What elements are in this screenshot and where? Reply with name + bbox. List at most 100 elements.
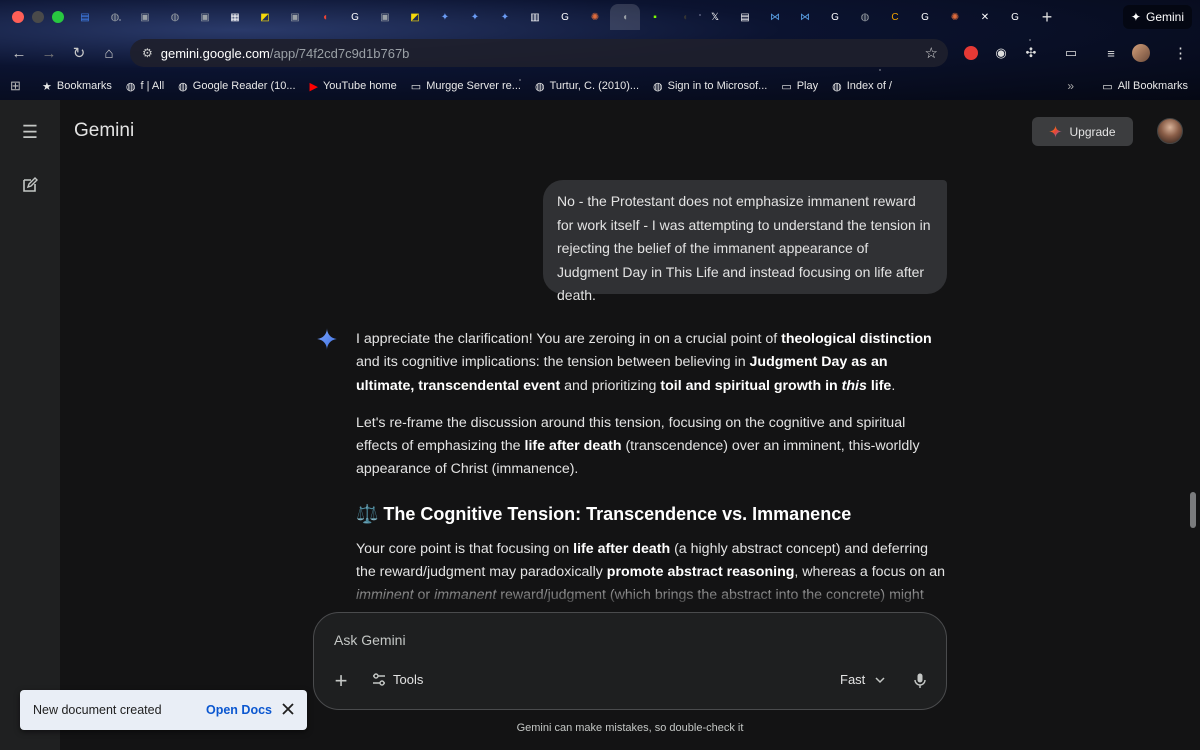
close-window-button[interactable]	[12, 11, 24, 23]
globe-icon: ◍	[653, 80, 663, 93]
window-controls	[0, 11, 70, 23]
tab-search-icon[interactable]: ▭	[1062, 44, 1080, 62]
browser-tab[interactable]: G	[820, 4, 850, 30]
tools-button[interactable]: Tools	[372, 672, 423, 687]
browser-tab[interactable]: ▦	[220, 4, 250, 30]
apps-grid-icon[interactable]: ⊞	[10, 78, 28, 94]
upgrade-button[interactable]: Upgrade	[1032, 117, 1133, 146]
text-segment: life after death	[524, 438, 622, 455]
back-button[interactable]: ←	[4, 38, 34, 68]
more-bookmarks-chevron-icon[interactable]: »	[1067, 79, 1074, 93]
app-icon: ▪	[653, 11, 657, 23]
browser-tab[interactable]: G	[1000, 4, 1030, 30]
site-icon: ▣	[200, 11, 210, 23]
site-info-icon[interactable]: ⚙	[142, 46, 153, 60]
browser-tab[interactable]: ▤	[730, 4, 760, 30]
browser-tab[interactable]: ◩	[250, 4, 280, 30]
chevron-down-icon	[875, 676, 885, 683]
browser-tab[interactable]: ▪	[640, 4, 670, 30]
globe-icon: ◍	[832, 80, 842, 93]
tools-sliders-icon	[373, 672, 385, 686]
tab-strip: ▤ ◍ ▣ ◍ ▣ ▦ ◩ ▣ ◖ G ▣ ◩ ✦ ✦ ✦ ▥ G ✺ ◖ ▪ ◖ 𝕏 ▤ ⋈ ⋈ G ◍ C G ✺ ✕ G + ✦ Gem…	[0, 0, 1200, 34]
browser-tab[interactable]: C	[880, 4, 910, 30]
bookmark-label: Sign in to Microsof...	[667, 80, 768, 92]
bookmark-item[interactable]: ▭ Play	[781, 80, 818, 93]
browser-tab[interactable]: ✺	[940, 4, 970, 30]
browser-tab[interactable]: ▤	[70, 4, 100, 30]
browser-tab[interactable]: ▣	[370, 4, 400, 30]
microphone-icon	[914, 673, 926, 688]
browser-tab[interactable]: ◍	[100, 4, 130, 30]
browser-tab[interactable]: ✦	[430, 4, 460, 30]
active-tab-gemini[interactable]: ✦ Gemini	[1122, 5, 1192, 29]
browser-tab[interactable]: ◖	[310, 4, 340, 30]
bookmark-item[interactable]: ◍ f | All	[126, 80, 164, 93]
bookmark-item[interactable]: ▶ YouTube home	[310, 80, 397, 93]
prompt-input[interactable]	[334, 629, 894, 651]
user-avatar[interactable]	[1157, 118, 1183, 144]
address-bar[interactable]: ⚙ gemini.google.com/app/74f2cd7c9d1b767b…	[130, 39, 948, 67]
microphone-button[interactable]	[910, 671, 930, 691]
extension-red-icon[interactable]	[962, 44, 980, 62]
bookmarks-bar: ⊞ ★ Bookmarks ◍ f | All ◍ Google Reader (10..…	[0, 76, 1200, 96]
browser-tab[interactable]: ⋈	[790, 4, 820, 30]
snackbar-close-button[interactable]	[279, 700, 297, 718]
minimize-window-button[interactable]	[32, 11, 44, 23]
browser-tab[interactable]: ⋈	[760, 4, 790, 30]
browser-tab[interactable]: ✕	[970, 4, 1000, 30]
google-icon: G	[1011, 11, 1019, 23]
browser-tab[interactable]: 𝕏	[700, 4, 730, 30]
bookmark-label: Turtur, C. (2010)...	[549, 80, 640, 92]
main-menu-button[interactable]: ☰	[18, 120, 42, 144]
model-mode-dropdown[interactable]: Fast	[840, 672, 885, 687]
browser-tab[interactable]: ✺	[580, 4, 610, 30]
browser-tab[interactable]: ▣	[190, 4, 220, 30]
browser-tab[interactable]: ◩	[400, 4, 430, 30]
new-tab-button[interactable]: +	[1034, 4, 1060, 30]
bookmark-label: Play	[796, 80, 819, 92]
all-bookmarks-folder[interactable]: ▭ All Bookmarks	[1102, 80, 1188, 93]
bookmark-item[interactable]: ◍ Google Reader (10...	[178, 80, 295, 93]
browser-menu-icon[interactable]: ⋮	[1173, 44, 1188, 62]
new-chat-button[interactable]	[18, 173, 42, 197]
reload-button[interactable]: ↻	[64, 38, 94, 68]
text-segment: Your core point is that focusing on	[356, 540, 574, 557]
site-icon: ▣	[380, 11, 390, 23]
browser-tab[interactable]: ▣	[130, 4, 160, 30]
add-attachment-button[interactable]: +	[330, 668, 352, 693]
home-button[interactable]: ⌂	[94, 38, 124, 68]
browser-tab[interactable]: ✦	[490, 4, 520, 30]
bookmark-star-icon[interactable]: ☆	[925, 44, 938, 62]
browser-tab[interactable]: G	[910, 4, 940, 30]
bookmark-item[interactable]: ★ Bookmarks	[42, 80, 112, 93]
browser-tab[interactable]: ◍	[160, 4, 190, 30]
url-path: /app/74f2cd7c9d1b767b	[269, 45, 410, 61]
star-icon: ★	[42, 80, 52, 93]
open-docs-button[interactable]: Open Docs	[206, 703, 272, 717]
extensions-puzzle-icon[interactable]: ✣	[1022, 44, 1040, 62]
text-segment: promote abstract reasoning	[606, 564, 795, 581]
extension-camera-icon[interactable]: ◉	[992, 44, 1010, 62]
profile-avatar[interactable]	[1132, 44, 1150, 62]
browser-tab[interactable]: G	[340, 4, 370, 30]
reading-list-icon[interactable]: ≡	[1102, 44, 1120, 62]
forward-button[interactable]: →	[34, 38, 64, 68]
gemini-response-icon	[316, 328, 338, 350]
bookmark-item[interactable]: ◍ Sign in to Microsof...	[653, 80, 767, 93]
browser-tab[interactable]: ◖	[670, 4, 700, 30]
globe-icon: ◍	[125, 80, 136, 93]
browser-tab[interactable]: ◖	[610, 4, 640, 30]
scrollbar-thumb[interactable]	[1190, 492, 1196, 528]
maximize-window-button[interactable]	[52, 11, 64, 23]
browser-tab[interactable]: ✦	[460, 4, 490, 30]
browser-tab[interactable]: ▣	[280, 4, 310, 30]
browser-tab[interactable]: ◍	[850, 4, 880, 30]
google-icon: G	[561, 11, 569, 23]
google-icon: G	[351, 11, 359, 23]
hamburger-icon: ☰	[21, 121, 39, 142]
browser-tab[interactable]: G	[550, 4, 580, 30]
bookmark-item[interactable]: ◍ Index of /	[832, 80, 892, 93]
browser-tab[interactable]: ▥	[520, 4, 550, 30]
bookmark-item[interactable]: ◍ Turtur, C. (2010)...	[535, 80, 639, 93]
bookmark-item[interactable]: ▭ Murgge Server re...	[411, 80, 521, 93]
